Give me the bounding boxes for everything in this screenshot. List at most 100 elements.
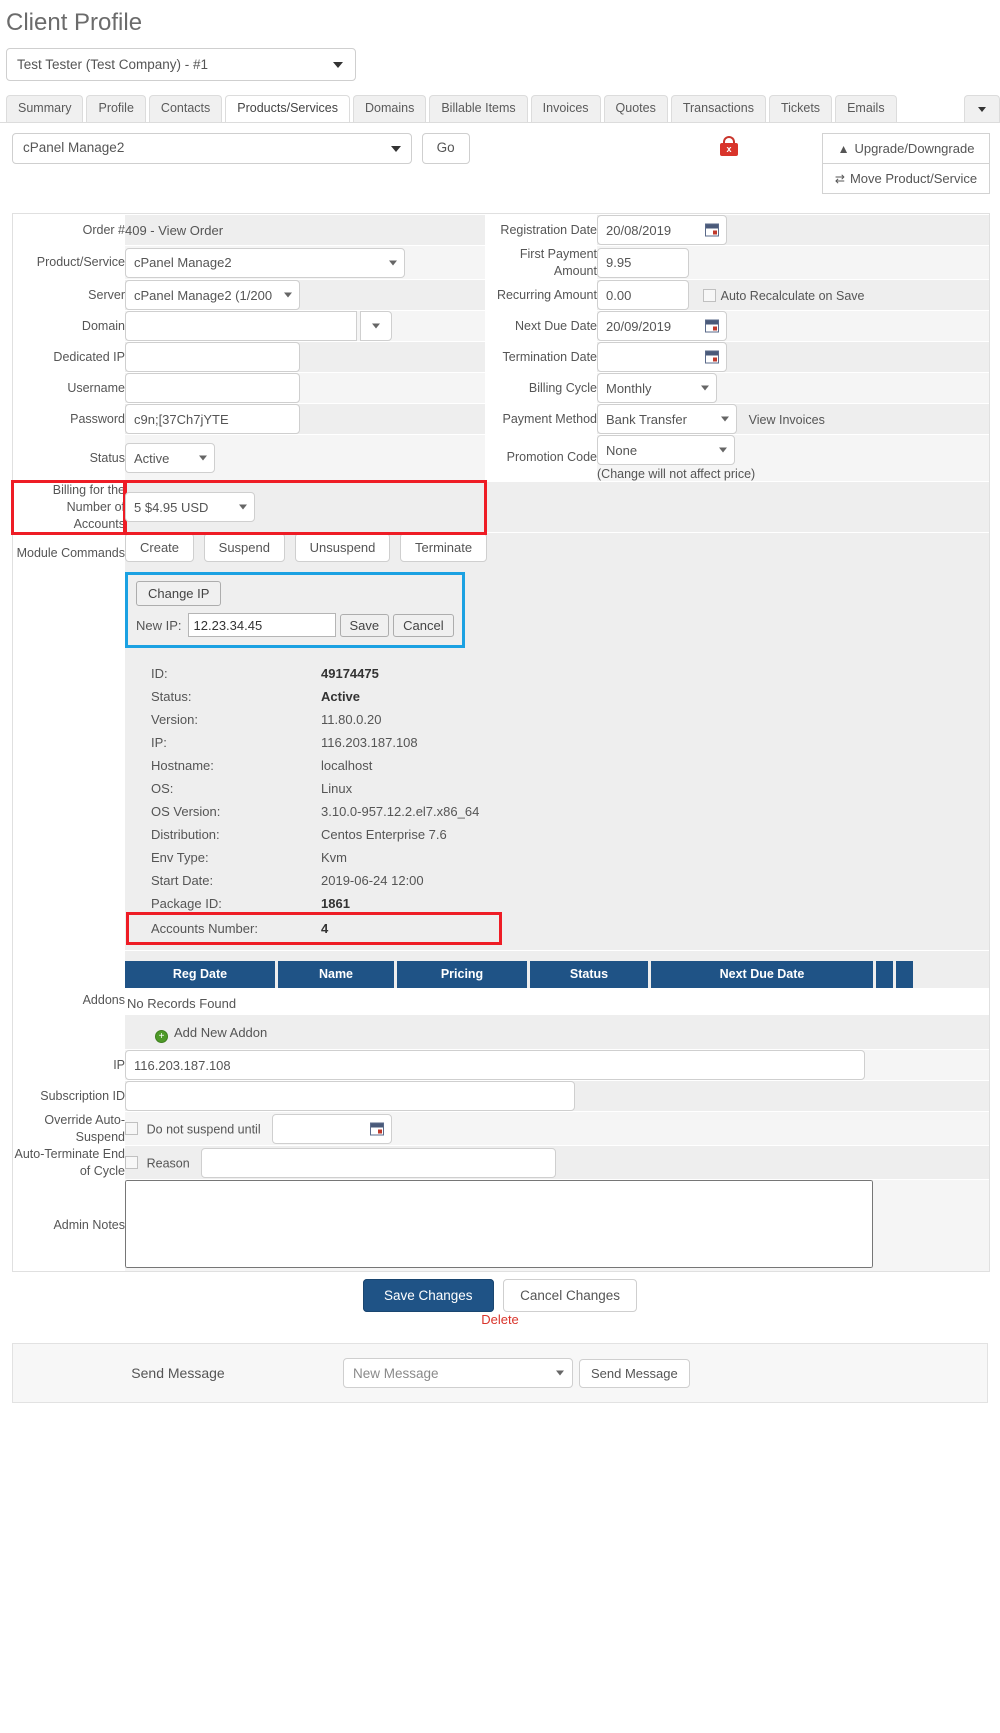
registration-date-label: Registration Date bbox=[485, 214, 597, 246]
detail-key: Distribution: bbox=[151, 827, 220, 842]
auto-recalculate-wrap[interactable]: Auto Recalculate on Save bbox=[702, 288, 865, 303]
first-payment-input[interactable] bbox=[597, 247, 689, 278]
addons-col-status: Status bbox=[530, 961, 648, 988]
tab-summary[interactable]: Summary bbox=[6, 95, 84, 122]
tab-emails[interactable]: Emails bbox=[835, 95, 897, 122]
detail-row-start-date: Start Date: 2019-06-24 12:00 bbox=[151, 869, 989, 892]
auto-recalculate-checkbox[interactable] bbox=[702, 288, 716, 302]
detail-value: Linux bbox=[321, 781, 353, 796]
message-type-value: New Message bbox=[353, 1365, 439, 1381]
do-not-suspend-checkbox[interactable] bbox=[125, 1122, 138, 1135]
order-value[interactable]: 409 - View Order bbox=[125, 223, 223, 238]
auto-recalculate-label: Auto Recalculate on Save bbox=[720, 288, 865, 303]
subscription-id-input[interactable] bbox=[125, 1081, 575, 1111]
detail-row-accounts-number: Accounts Number: 4 bbox=[126, 912, 502, 945]
new-ip-input[interactable] bbox=[187, 613, 336, 637]
detail-key: Status: bbox=[151, 689, 192, 704]
server-select[interactable]: cPanel Manage2 (1/200 bbox=[125, 280, 300, 310]
tab-quotes[interactable]: Quotes bbox=[603, 95, 668, 122]
subscription-id-label: Subscription ID bbox=[13, 1080, 125, 1112]
password-input[interactable] bbox=[125, 404, 300, 434]
module-terminate-button[interactable]: Terminate bbox=[400, 533, 488, 562]
billing-accounts-spacer bbox=[485, 481, 989, 533]
tab-contacts[interactable]: Contacts bbox=[148, 95, 223, 122]
auto-terminate-checkbox[interactable] bbox=[125, 1156, 138, 1169]
new-ip-save-button[interactable]: Save bbox=[339, 613, 390, 637]
new-ip-row: New IP: Save Cancel bbox=[136, 613, 454, 637]
calendar-icon[interactable] bbox=[705, 350, 719, 364]
form-row-domain: Domain Next Due Date bbox=[13, 310, 989, 342]
chevron-down-icon bbox=[284, 292, 292, 298]
termination-date-field[interactable] bbox=[597, 342, 727, 372]
domain-dropdown-button[interactable] bbox=[359, 311, 392, 341]
tab-profile[interactable]: Profile bbox=[86, 95, 146, 122]
form-row-subscription: Subscription ID bbox=[13, 1080, 989, 1112]
change-ip-button[interactable]: Change IP bbox=[136, 581, 222, 606]
ip-input[interactable] bbox=[125, 1050, 865, 1080]
admin-notes-label: Admin Notes bbox=[13, 1179, 125, 1271]
tab-tickets[interactable]: Tickets bbox=[768, 95, 833, 122]
override-auto-suspend-cell: Do not suspend until bbox=[125, 1111, 989, 1146]
new-ip-cancel-button[interactable]: Cancel bbox=[393, 613, 454, 637]
status-select[interactable]: Active bbox=[125, 443, 215, 473]
cancel-changes-button[interactable]: Cancel Changes bbox=[503, 1279, 637, 1312]
detail-key: Package ID: bbox=[151, 896, 222, 911]
view-invoices-link[interactable]: View Invoices bbox=[749, 413, 825, 427]
send-message-button[interactable]: Send Message bbox=[579, 1358, 690, 1388]
recurring-amount-input[interactable] bbox=[597, 280, 689, 310]
next-due-date-field[interactable] bbox=[597, 311, 727, 341]
form-row-status: Status Active Promotion Code None (Chang… bbox=[13, 434, 989, 482]
password-cell bbox=[125, 403, 485, 435]
product-label: Product/Service bbox=[13, 245, 125, 280]
product-selector[interactable]: cPanel Manage2 bbox=[12, 133, 412, 164]
form-row-order: Order # 409 - View Order Registration Da… bbox=[13, 214, 989, 246]
move-product-service-button[interactable]: ⇄ Move Product/Service bbox=[822, 164, 990, 194]
registration-date-field[interactable] bbox=[597, 215, 727, 245]
billing-accounts-label: Billing for the Number of Accounts bbox=[11, 479, 127, 535]
tab-overflow-button[interactable] bbox=[964, 95, 1000, 122]
calendar-icon[interactable] bbox=[370, 1122, 385, 1135]
go-button[interactable]: Go bbox=[421, 133, 470, 164]
tab-domains[interactable]: Domains bbox=[353, 95, 427, 122]
billing-cycle-select[interactable]: Monthly bbox=[597, 373, 717, 403]
detail-value: Centos Enterprise 7.6 bbox=[321, 827, 447, 842]
payment-method-select[interactable]: Bank Transfer bbox=[597, 404, 737, 434]
admin-notes-textarea[interactable] bbox=[125, 1180, 873, 1268]
module-create-button[interactable]: Create bbox=[125, 533, 195, 562]
product-select[interactable]: cPanel Manage2 bbox=[125, 247, 405, 278]
promotion-code-select[interactable]: None bbox=[597, 435, 735, 465]
calendar-icon[interactable] bbox=[705, 319, 719, 333]
reason-input[interactable] bbox=[201, 1147, 557, 1178]
dedicated-ip-input[interactable] bbox=[125, 342, 300, 372]
change-ip-wrap: Change IP New IP: Save Cancel bbox=[125, 572, 989, 648]
domain-input[interactable] bbox=[125, 311, 357, 341]
delete-link[interactable]: Delete bbox=[0, 1303, 1000, 1327]
tab-bar: Summary Profile Contacts Products/Servic… bbox=[0, 81, 1000, 123]
client-selector[interactable]: Test Tester (Test Company) - #1 bbox=[6, 48, 356, 81]
module-suspend-button[interactable]: Suspend bbox=[203, 533, 285, 562]
chevron-down-icon bbox=[719, 447, 727, 453]
save-changes-button[interactable]: Save Changes bbox=[362, 1279, 494, 1312]
detail-value: 1861 bbox=[321, 896, 350, 911]
tab-products-services[interactable]: Products/Services bbox=[225, 95, 350, 122]
detail-key: OS: bbox=[151, 781, 174, 796]
billing-accounts-select[interactable]: 5 $4.95 USD bbox=[125, 492, 255, 522]
tab-billable-items[interactable]: Billable Items bbox=[429, 95, 528, 122]
calendar-icon[interactable] bbox=[705, 223, 719, 237]
auto-terminate-cell: Reason bbox=[125, 1145, 989, 1180]
tab-transactions[interactable]: Transactions bbox=[670, 95, 766, 122]
addons-col-name: Name bbox=[278, 961, 394, 988]
username-input[interactable] bbox=[125, 373, 300, 403]
message-type-select[interactable]: New Message bbox=[343, 1358, 573, 1388]
module-unsuspend-button[interactable]: Unsuspend bbox=[294, 533, 391, 562]
tab-invoices[interactable]: Invoices bbox=[530, 95, 601, 122]
add-new-addon-button[interactable]: + Add New Addon bbox=[125, 1015, 989, 1049]
do-not-suspend-date-field[interactable] bbox=[272, 1113, 393, 1144]
send-message-panel: Send Message New Message Send Message bbox=[12, 1343, 988, 1403]
addons-col-pricing: Pricing bbox=[397, 961, 527, 988]
promotion-code-value: None bbox=[606, 442, 638, 458]
upgrade-downgrade-button[interactable]: ▲ Upgrade/Downgrade bbox=[822, 133, 990, 164]
product-cell: cPanel Manage2 bbox=[125, 245, 485, 280]
subscription-id-cell bbox=[125, 1080, 989, 1112]
detail-row-ip: IP: 116.203.187.108 bbox=[151, 731, 989, 754]
